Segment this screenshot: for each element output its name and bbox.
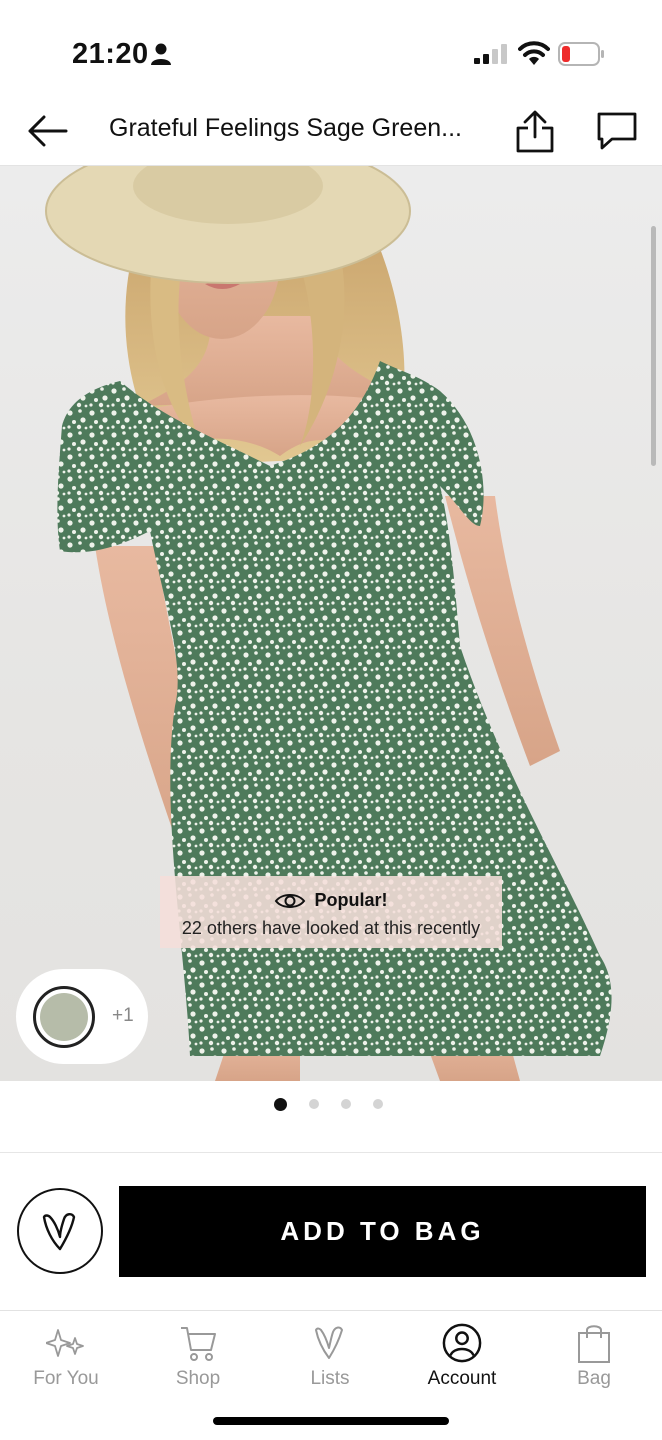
back-button[interactable] <box>24 108 70 154</box>
account-icon <box>442 1323 482 1363</box>
page-title: Grateful Feelings Sage Green... <box>109 114 462 142</box>
color-swatch-sage[interactable] <box>33 986 95 1048</box>
product-image[interactable]: Popular! 22 others have looked at this r… <box>0 166 662 1081</box>
color-swatch-selector[interactable]: +1 <box>16 969 148 1064</box>
tab-label: For You <box>33 1368 99 1389</box>
bag-icon <box>578 1325 610 1363</box>
add-to-bag-button[interactable]: ADD TO BAG <box>119 1186 646 1277</box>
chat-button[interactable] <box>594 108 640 154</box>
status-time: 21:20 <box>72 38 149 70</box>
tab-shop[interactable]: Shop <box>132 1311 264 1401</box>
pagination-dot-4[interactable] <box>372 1099 383 1109</box>
popular-subtitle: 22 others have looked at this recently <box>181 918 481 938</box>
tab-account[interactable]: Account <box>396 1311 528 1401</box>
chat-bubble-icon <box>597 112 637 150</box>
tab-label: Bag <box>577 1368 611 1389</box>
share-button[interactable] <box>512 106 558 156</box>
image-pagination <box>0 1097 662 1111</box>
tab-label: Lists <box>310 1368 350 1389</box>
home-indicator[interactable] <box>213 1417 449 1425</box>
wifi-icon <box>518 41 550 65</box>
popular-title: Popular! <box>314 890 388 910</box>
cellular-signal-icon <box>474 44 507 64</box>
tab-for-you[interactable]: For You <box>0 1311 132 1401</box>
heart-v-icon <box>42 1213 76 1251</box>
tab-label: Shop <box>175 1368 221 1389</box>
favorite-button[interactable] <box>17 1188 103 1274</box>
tab-lists[interactable]: Lists <box>264 1311 396 1401</box>
image-scroll-indicator <box>651 226 656 466</box>
pagination-dot-2[interactable] <box>308 1099 319 1109</box>
eye-icon <box>275 893 306 908</box>
product-header: Grateful Feelings Sage Green... <box>0 100 662 166</box>
share-icon <box>516 110 554 153</box>
tab-bag[interactable]: Bag <box>528 1311 660 1401</box>
cart-icon <box>181 1327 216 1361</box>
status-bar: 21:20 <box>0 0 662 100</box>
bottom-tab-bar: For You Shop Lists Account Bag <box>0 1310 662 1410</box>
arrow-left-icon <box>28 115 68 147</box>
tab-label: Account <box>427 1368 497 1389</box>
person-icon <box>151 43 171 65</box>
popular-badge: Popular! 22 others have looked at this r… <box>160 876 502 948</box>
heart-v-icon <box>315 1326 343 1359</box>
more-colors-count[interactable]: +1 <box>112 1005 134 1027</box>
battery-icon <box>558 42 604 66</box>
divider <box>0 1152 662 1153</box>
swatch-color-fill <box>40 993 88 1041</box>
sparkles-icon <box>46 1329 84 1357</box>
pagination-dot-3[interactable] <box>340 1099 351 1109</box>
pagination-dot-1[interactable] <box>273 1097 287 1111</box>
